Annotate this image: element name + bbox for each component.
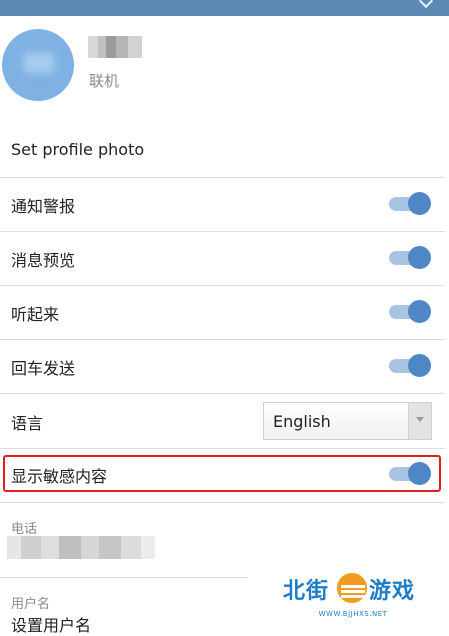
- phone-value-blurred[interactable]: [7, 536, 155, 559]
- username-blurred: [88, 36, 142, 58]
- message-preview-label: 消息预览: [11, 251, 76, 270]
- watermark-brand-left: 北街: [283, 579, 330, 604]
- sounds-row: 听起来: [0, 286, 449, 338]
- phone-label: 电话: [11, 522, 38, 537]
- username-value[interactable]: 设置用户名: [11, 612, 91, 636]
- highlight-box: [3, 455, 441, 492]
- set-profile-photo-row[interactable]: Set profile photo: [0, 138, 449, 176]
- watermark-logo: 北街 游戏 WWW.BJJHXS.NET: [283, 573, 423, 621]
- divider: [0, 577, 248, 578]
- message-preview-toggle[interactable]: [389, 246, 431, 269]
- notifications-toggle[interactable]: [389, 192, 431, 215]
- online-status: 联机: [89, 72, 120, 90]
- avatar[interactable]: [2, 29, 74, 101]
- sounds-toggle[interactable]: [389, 300, 431, 323]
- set-profile-photo-label: Set profile photo: [11, 140, 145, 159]
- watermark-url: WWW.BJJHXS.NET: [318, 610, 388, 618]
- watermark-brand-right: 游戏: [369, 579, 416, 604]
- language-selected-value: English: [273, 412, 331, 431]
- top-bar: [0, 0, 449, 16]
- enter-to-send-toggle[interactable]: [389, 354, 431, 377]
- divider: [0, 502, 445, 503]
- notifications-row: 通知警报: [0, 178, 449, 230]
- notifications-label: 通知警报: [11, 197, 76, 216]
- language-select[interactable]: English: [263, 402, 432, 440]
- dropdown-arrow-icon: [408, 403, 431, 439]
- sounds-label: 听起来: [11, 305, 60, 324]
- sun-logo-icon: [337, 573, 367, 603]
- enter-to-send-row: 回车发送: [0, 340, 449, 392]
- username-label: 用户名: [11, 597, 51, 612]
- enter-to-send-label: 回车发送: [11, 359, 76, 378]
- chevron-down-icon[interactable]: [418, 0, 434, 9]
- language-label: 语言: [11, 414, 44, 433]
- divider: [0, 448, 445, 449]
- message-preview-row: 消息预览: [0, 232, 449, 284]
